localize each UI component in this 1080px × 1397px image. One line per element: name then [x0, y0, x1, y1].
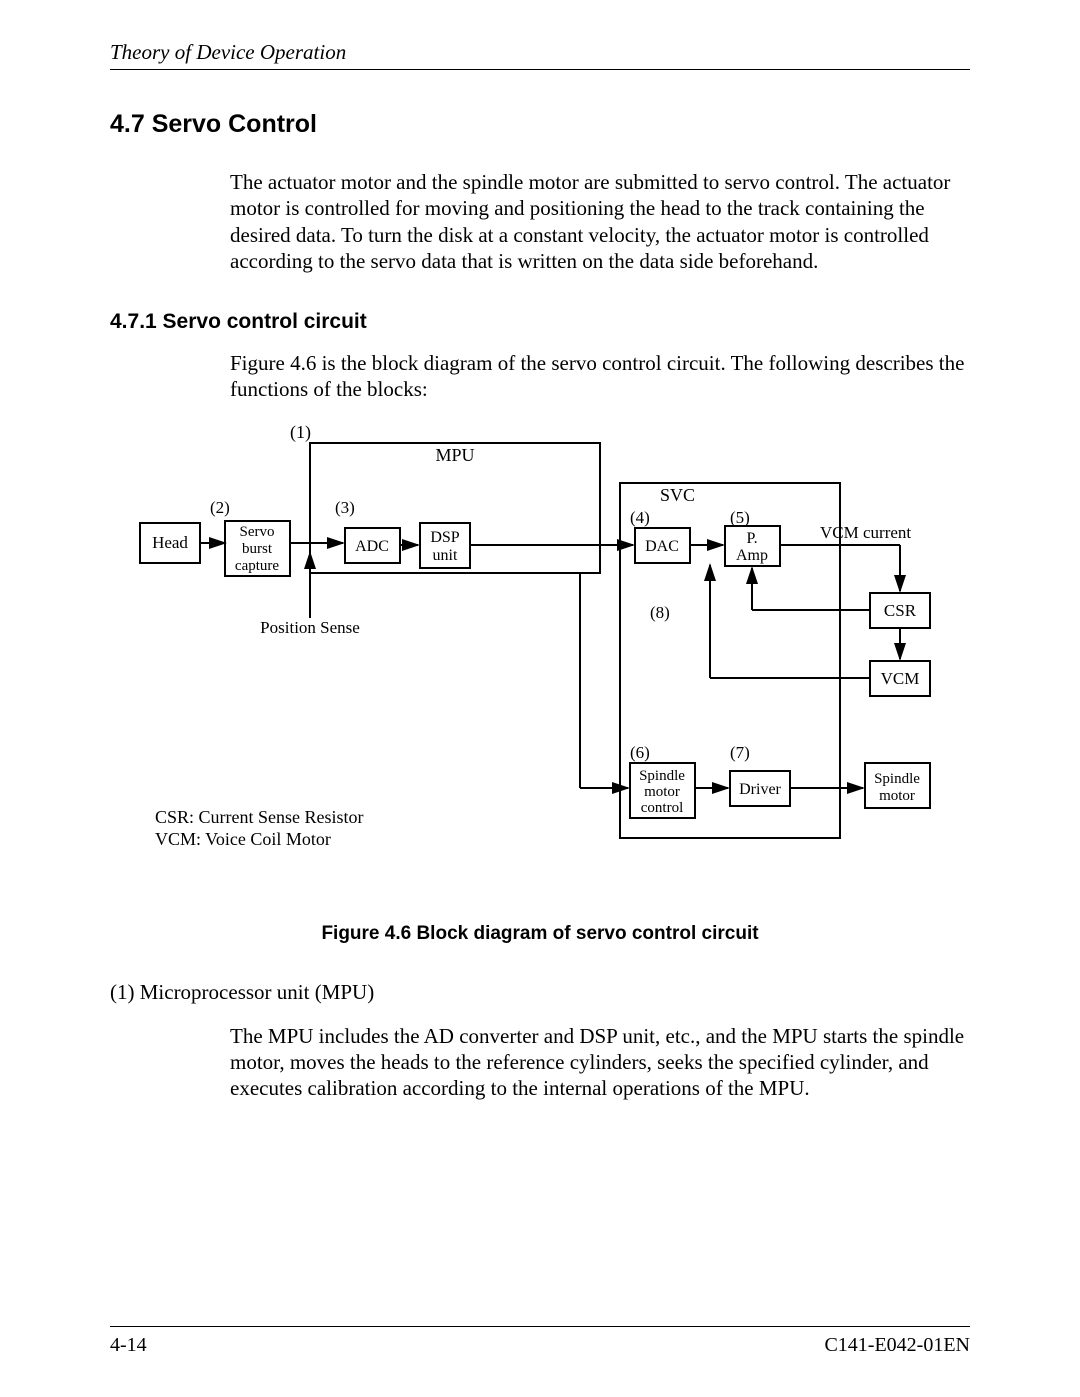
- label-mpu: MPU: [435, 445, 474, 465]
- subsection-title: 4.7.1 Servo control circuit: [110, 310, 970, 334]
- footer-rule: [110, 1326, 970, 1327]
- label-csr: CSR: [884, 601, 917, 620]
- label-5: (5): [730, 508, 750, 527]
- label-pamp1: P.: [746, 530, 757, 547]
- label-servo: Servo: [240, 524, 275, 540]
- label-capture: capture: [235, 558, 279, 574]
- label-vcm-current: VCM current: [820, 523, 911, 542]
- label-vcm: VCM: [881, 669, 920, 688]
- servo-block-diagram-svg: (1) MPU SVC Head (2) Servo burst capture…: [120, 423, 960, 883]
- page-number: 4-14: [110, 1334, 147, 1357]
- page: Theory of Device Operation 4.7 Servo Con…: [0, 0, 1080, 1397]
- label-driver: Driver: [739, 781, 781, 798]
- label-adc: ADC: [355, 538, 389, 555]
- label-sp2: motor: [879, 788, 915, 804]
- section-paragraph: The actuator motor and the spindle motor…: [230, 169, 970, 274]
- label-pamp2: Amp: [736, 547, 768, 564]
- label-3: (3): [335, 498, 355, 517]
- label-6: (6): [630, 743, 650, 762]
- subsection-paragraph: Figure 4.6 is the block diagram of the s…: [230, 350, 970, 403]
- legend-csr: CSR: Current Sense Resistor: [155, 807, 364, 827]
- label-1: (1): [290, 423, 311, 443]
- list-item-1-body: The MPU includes the AD converter and DS…: [230, 1023, 970, 1102]
- label-spm1: Spindle: [639, 768, 685, 784]
- label-dsp: DSP: [430, 529, 459, 546]
- label-dac: DAC: [645, 538, 679, 555]
- label-4: (4): [630, 508, 650, 527]
- figure-block-diagram: (1) MPU SVC Head (2) Servo burst capture…: [120, 423, 970, 888]
- label-head: Head: [152, 533, 188, 552]
- figure-caption: Figure 4.6 Block diagram of servo contro…: [110, 923, 970, 945]
- list-item-1-head: (1) Microprocessor unit (MPU): [110, 980, 970, 1005]
- running-head: Theory of Device Operation: [110, 40, 970, 70]
- label-burst: burst: [242, 541, 273, 557]
- label-pos-sense: Position Sense: [260, 618, 360, 637]
- label-7: (7): [730, 743, 750, 762]
- label-sp1: Spindle: [874, 771, 920, 787]
- label-svc: SVC: [660, 485, 695, 505]
- label-dsp-unit: unit: [433, 547, 458, 564]
- legend-vcm: VCM: Voice Coil Motor: [155, 829, 331, 849]
- doc-id: C141-E042-01EN: [824, 1334, 970, 1357]
- section-title: 4.7 Servo Control: [110, 110, 970, 139]
- label-spm3: control: [641, 800, 684, 816]
- label-spm2: motor: [644, 784, 680, 800]
- label-8: (8): [650, 603, 670, 622]
- label-2: (2): [210, 498, 230, 517]
